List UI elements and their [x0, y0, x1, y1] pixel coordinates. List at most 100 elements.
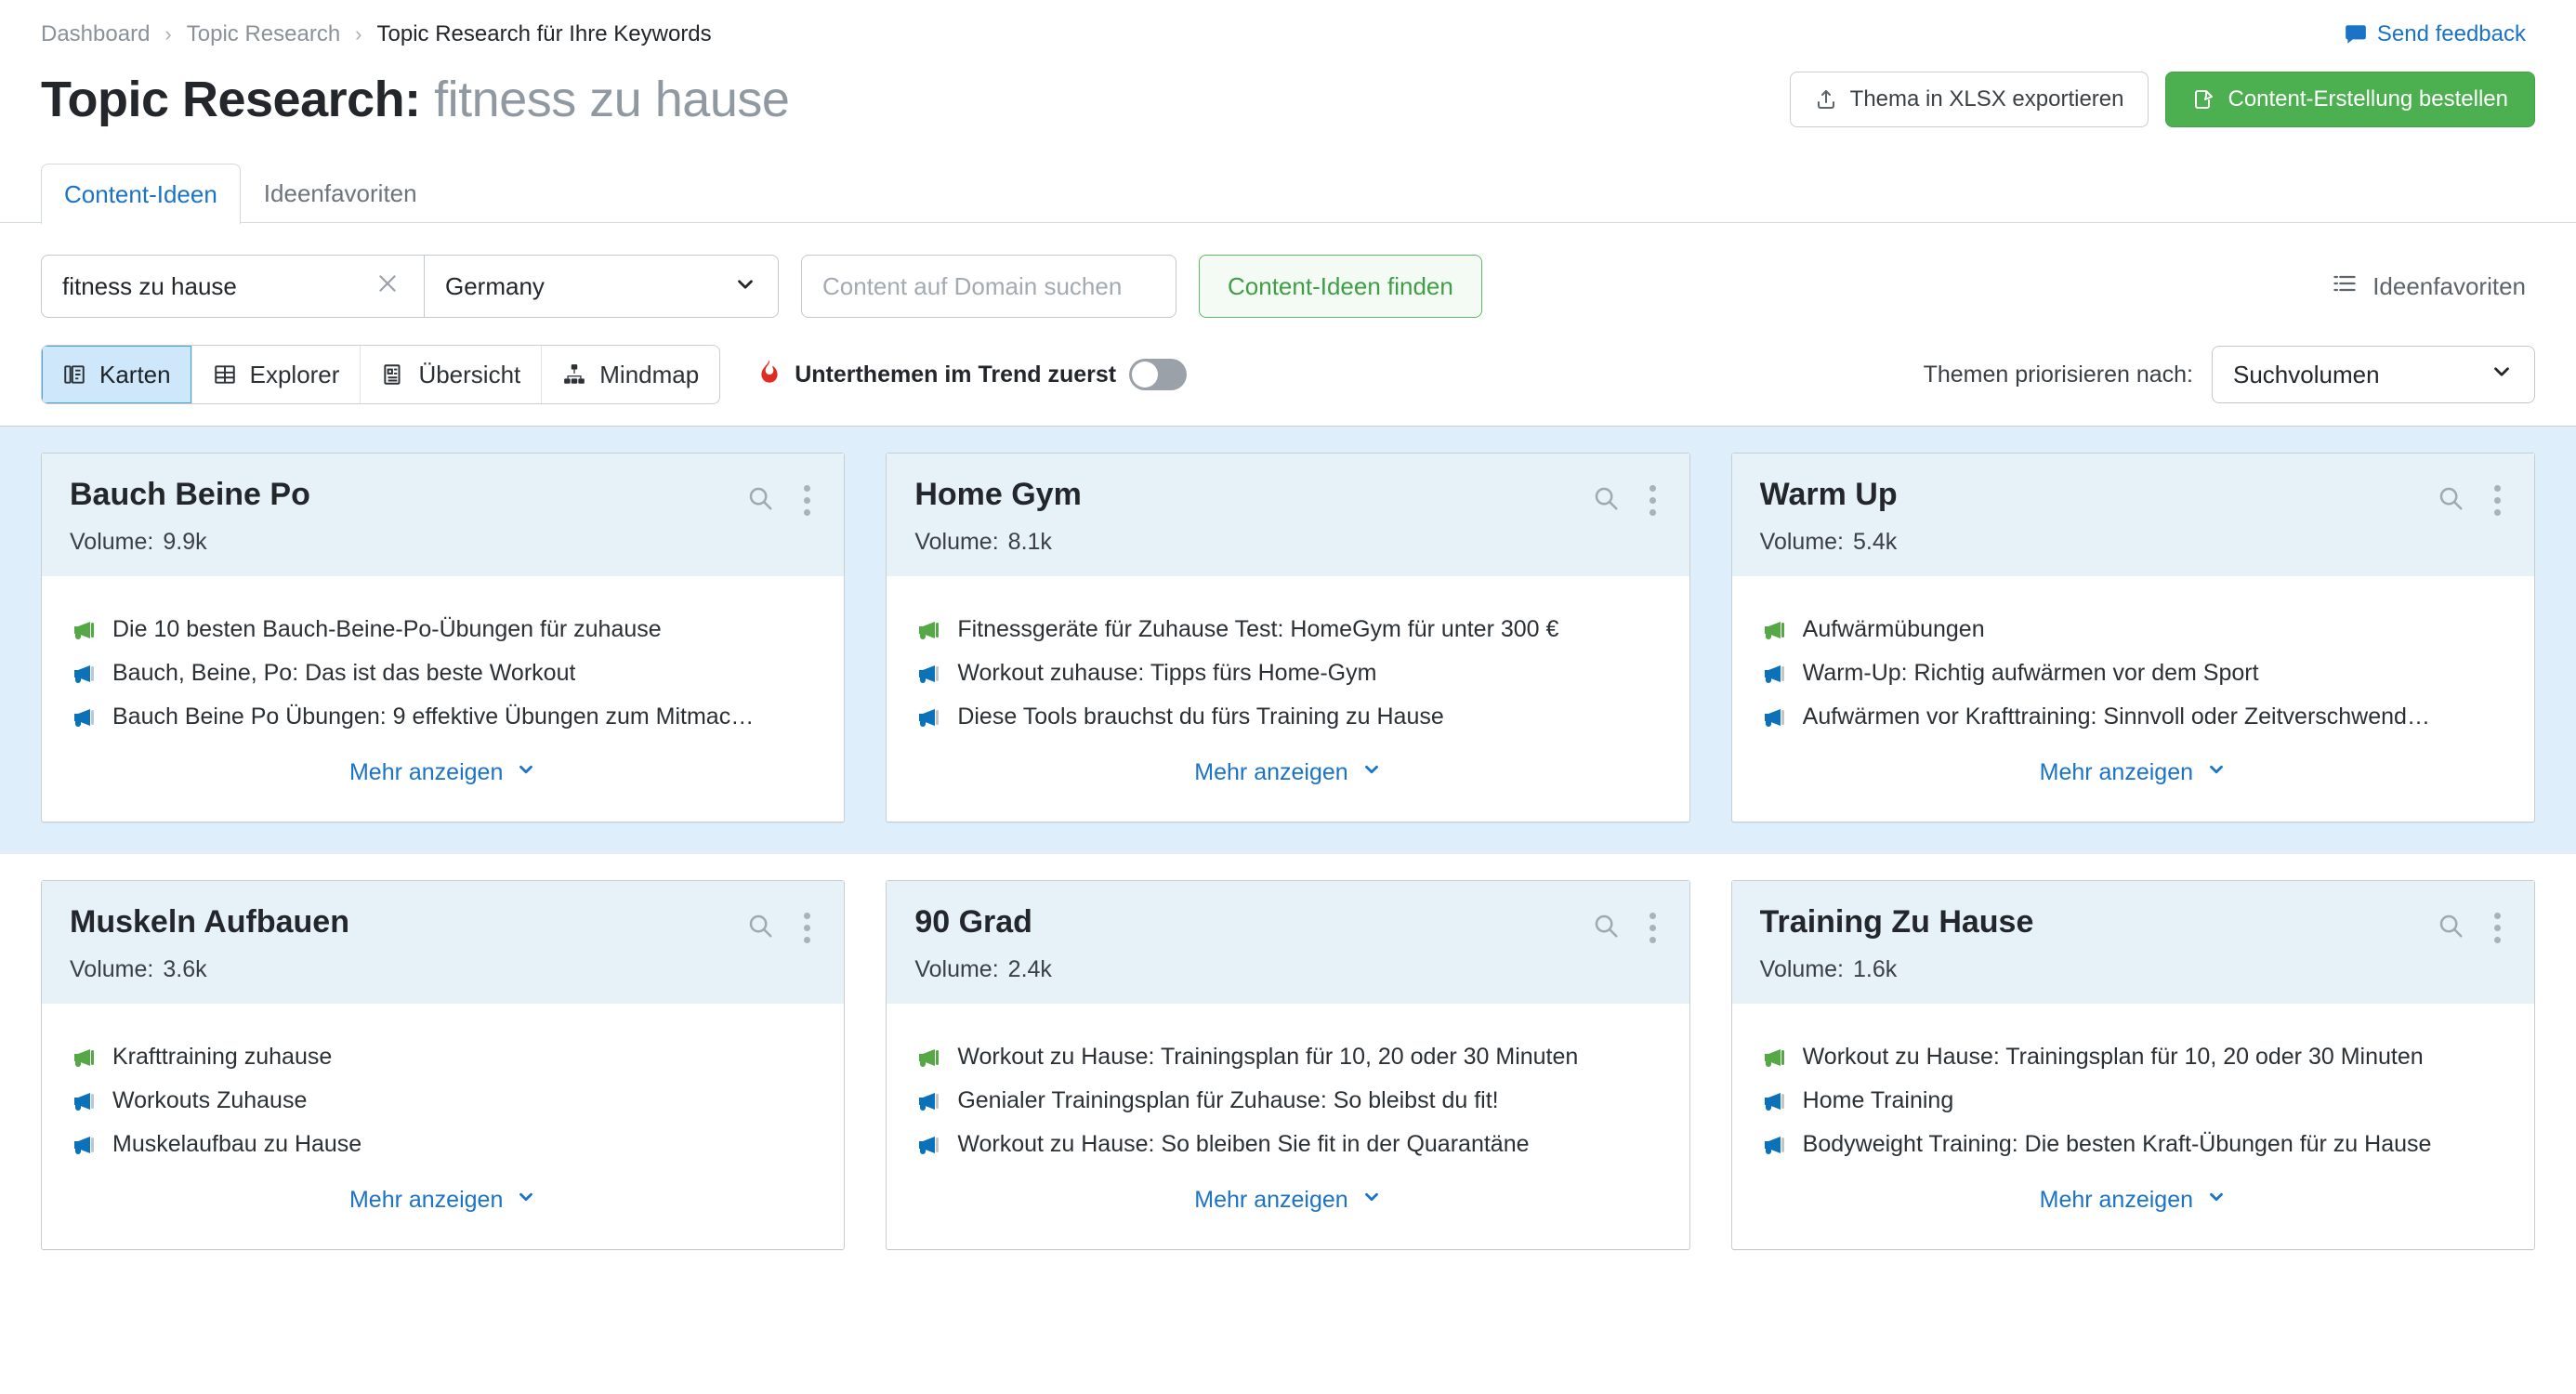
- trend-toggle-switch[interactable]: [1129, 359, 1188, 390]
- tab-content-ideen[interactable]: Content-Ideen: [41, 164, 241, 224]
- view-mode-explorer[interactable]: Explorer: [192, 346, 361, 403]
- megaphone-blue-icon: [1762, 705, 1786, 730]
- title-row: Topic Research: fitness zu hause Thema i…: [0, 52, 2576, 138]
- view-mode-uebersicht-label: Übersicht: [418, 360, 521, 388]
- prioritize-group: Themen priorisieren nach: Suchvolumen: [1924, 346, 2535, 403]
- magnifier-icon[interactable]: [746, 912, 774, 944]
- kebab-menu-icon[interactable]: [798, 483, 816, 518]
- order-content-button[interactable]: Content-Erstellung bestellen: [2165, 72, 2535, 127]
- list-item[interactable]: Aufwärmübungen: [1760, 608, 2506, 651]
- view-mode-mindmap[interactable]: Mindmap: [542, 346, 719, 403]
- list-item[interactable]: Bauch Beine Po Übungen: 9 effektive Übun…: [70, 695, 816, 739]
- list-item[interactable]: Workout zu Hause: So bleiben Sie fit in …: [914, 1123, 1661, 1166]
- list-item[interactable]: Workout zu Hause: Trainingsplan für 10, …: [1760, 1035, 2506, 1079]
- megaphone-blue-icon: [916, 1089, 940, 1113]
- list-item[interactable]: Bauch, Beine, Po: Das ist das beste Work…: [70, 651, 816, 695]
- topic-card-header: Home Gym Volume: 8.1k: [887, 454, 1689, 576]
- chevron-down-icon: [2206, 759, 2227, 786]
- send-feedback-link[interactable]: Send feedback: [2344, 21, 2535, 47]
- list-item[interactable]: Bodyweight Training: Die besten Kraft-Üb…: [1760, 1123, 2506, 1166]
- export-xlsx-button[interactable]: Thema in XLSX exportieren: [1789, 72, 2149, 127]
- domain-search-input[interactable]: Content auf Domain suchen: [801, 255, 1176, 318]
- show-more-label: Mehr anzeigen: [348, 759, 504, 785]
- prioritize-select-value: Suchvolumen: [2233, 360, 2380, 388]
- database-select[interactable]: Germany: [424, 255, 779, 318]
- view-mode-karten[interactable]: Karten: [42, 346, 192, 403]
- chevron-down-icon: [2490, 360, 2514, 390]
- list-item-label: Bauch Beine Po Übungen: 9 effektive Übun…: [112, 704, 755, 730]
- magnifier-icon[interactable]: [746, 484, 774, 517]
- topic-card[interactable]: Warm Up Volume: 5.4k Aufwärmübungen Warm…: [1730, 453, 2535, 822]
- overview-icon: [381, 362, 405, 387]
- topic-card-title: Warm Up: [1759, 478, 1898, 512]
- magnifier-icon[interactable]: [1592, 484, 1620, 517]
- topic-card[interactable]: Muskeln Aufbauen Volume: 3.6k Krafttraini…: [41, 880, 846, 1250]
- breadcrumb-item-dashboard[interactable]: Dashboard: [41, 21, 150, 47]
- topic-card[interactable]: 90 Grad Volume: 2.4k Workout zu Hause: Tr…: [886, 880, 1690, 1250]
- list-item[interactable]: Genialer Trainingsplan für Zuhause: So b…: [914, 1079, 1661, 1123]
- list-item-label: Workouts Zuhause: [112, 1087, 308, 1113]
- idea-favorites-label: Ideenfavoriten: [2372, 271, 2526, 300]
- topic-card[interactable]: Bauch Beine Po Volume: 9.9k Die 10 besten…: [41, 453, 846, 822]
- volume-label: Volume:: [70, 529, 154, 555]
- idea-favorites-link[interactable]: Ideenfavoriten: [2332, 270, 2535, 303]
- view-mode-group: Karten Explorer Übersicht Mindmap: [41, 345, 721, 404]
- topic-card-title: Bauch Beine Po: [70, 478, 310, 512]
- list-item-label: Bauch, Beine, Po: Das ist das beste Work…: [112, 660, 576, 686]
- megaphone-green-icon: [1762, 618, 1786, 642]
- kebab-menu-icon[interactable]: [2489, 483, 2506, 518]
- topic-card-title: 90 Grad: [914, 905, 1032, 940]
- list-item[interactable]: Die 10 besten Bauch-Beine-Po-Übungen für…: [70, 608, 816, 651]
- show-more-link[interactable]: Mehr anzeigen: [349, 1187, 536, 1214]
- show-more-link[interactable]: Mehr anzeigen: [1194, 1187, 1381, 1214]
- keyword-input[interactable]: fitness zu hause: [41, 255, 424, 318]
- show-more-link[interactable]: Mehr anzeigen: [349, 759, 536, 786]
- show-more-link[interactable]: Mehr anzeigen: [2040, 759, 2227, 786]
- tab-ideenfavoriten[interactable]: Ideenfavoriten: [241, 164, 440, 223]
- breadcrumb-item-current: Topic Research für Ihre Keywords: [376, 21, 712, 46]
- magnifier-icon[interactable]: [2437, 912, 2464, 944]
- page-title: Topic Research: fitness zu hause: [41, 71, 790, 128]
- list-item-label: Diese Tools brauchst du fürs Training zu…: [957, 704, 1444, 730]
- megaphone-green-icon: [1762, 1046, 1786, 1070]
- topic-card[interactable]: Home Gym Volume: 8.1k Fitnessgeräte für Z…: [886, 453, 1690, 822]
- prioritize-label: Themen priorisieren nach:: [1923, 361, 2193, 388]
- list-item[interactable]: Warm-Up: Richtig aufwärmen vor dem Sport: [1760, 651, 2506, 695]
- list-item[interactable]: Diese Tools brauchst du fürs Training zu…: [914, 695, 1661, 739]
- magnifier-icon[interactable]: [2437, 484, 2464, 517]
- topic-card-title: Muskeln Aufbauen: [70, 905, 349, 940]
- topic-card-footer: Mehr anzeigen: [1760, 739, 2506, 812]
- chevron-down-icon: [2206, 1187, 2227, 1214]
- breadcrumb-item-topic-research[interactable]: Topic Research: [187, 21, 340, 47]
- list-item[interactable]: Fitnessgeräte für Zuhause Test: HomeGym …: [914, 608, 1661, 651]
- view-mode-uebersicht[interactable]: Übersicht: [361, 346, 543, 403]
- list-item[interactable]: Krafttraining zuhause: [70, 1035, 816, 1079]
- breadcrumb-separator: ›: [164, 22, 172, 46]
- kebab-menu-icon[interactable]: [1644, 911, 1662, 945]
- prioritize-select[interactable]: Suchvolumen: [2212, 346, 2535, 403]
- find-content-ideas-button[interactable]: Content-Ideen finden: [1199, 255, 1482, 318]
- kebab-menu-icon[interactable]: [1644, 483, 1662, 518]
- send-feedback-label: Send feedback: [2376, 21, 2526, 46]
- kebab-menu-icon[interactable]: [2489, 911, 2506, 945]
- show-more-link[interactable]: Mehr anzeigen: [2040, 1187, 2227, 1214]
- list-item[interactable]: Workouts Zuhause: [70, 1079, 816, 1123]
- show-more-link[interactable]: Mehr anzeigen: [1194, 759, 1381, 786]
- list-item[interactable]: Muskelaufbau zu Hause: [70, 1123, 816, 1166]
- tab-content-ideen-label: Content-Ideen: [64, 179, 217, 208]
- magnifier-icon[interactable]: [1592, 912, 1620, 944]
- view-toolbar: Karten Explorer Übersicht Mindmap Untert…: [0, 318, 2576, 411]
- close-icon[interactable]: [372, 271, 403, 301]
- view-mode-mindmap-label: Mindmap: [599, 360, 700, 388]
- list-item[interactable]: Workout zu Hause: Trainingsplan für 10, …: [914, 1035, 1661, 1079]
- topic-card[interactable]: Training Zu Hause Volume: 1.6k Workout zu…: [1730, 880, 2535, 1250]
- kebab-menu-icon[interactable]: [798, 911, 816, 945]
- topic-card-header: Training Zu Hause Volume: 1.6k: [1731, 881, 2534, 1004]
- show-more-label: Mehr anzeigen: [2039, 1187, 2194, 1213]
- topic-card-title: Training Zu Hause: [1759, 905, 2034, 940]
- list-item[interactable]: Home Training: [1760, 1079, 2506, 1123]
- list-item[interactable]: Aufwärmen vor Krafttraining: Sinnvoll od…: [1760, 695, 2506, 739]
- view-mode-karten-label: Karten: [99, 360, 171, 388]
- list-item[interactable]: Workout zuhause: Tipps fürs Home-Gym: [914, 651, 1661, 695]
- topic-card-footer: Mehr anzeigen: [1760, 1166, 2506, 1240]
